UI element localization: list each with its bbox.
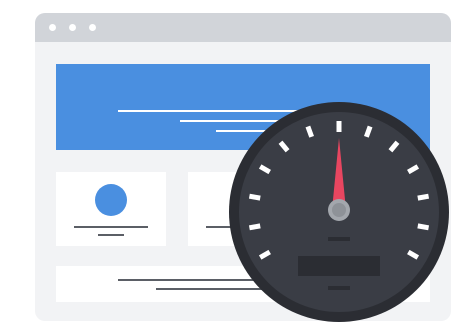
speedometer-tick	[248, 193, 261, 201]
window-dot-icon	[49, 24, 56, 31]
circle-avatar-icon	[95, 184, 127, 216]
feature-card	[56, 172, 166, 246]
speed-illustration	[0, 0, 456, 325]
browser-title-bar	[35, 13, 451, 42]
speedometer-tick	[248, 223, 261, 231]
speedometer-display	[298, 256, 380, 276]
speedometer-tick	[417, 223, 430, 231]
speedometer-display-mark	[328, 286, 350, 290]
speedometer-tick	[305, 125, 314, 138]
card-text-line	[98, 234, 124, 236]
needle-hub-center	[332, 203, 346, 217]
speedometer-display-mark	[328, 237, 350, 241]
speedometer-icon	[229, 102, 449, 322]
speedometer-tick	[417, 193, 430, 201]
window-dot-icon	[89, 24, 96, 31]
speedometer-tick	[364, 125, 373, 138]
window-dot-icon	[69, 24, 76, 31]
card-text-line	[74, 226, 148, 228]
